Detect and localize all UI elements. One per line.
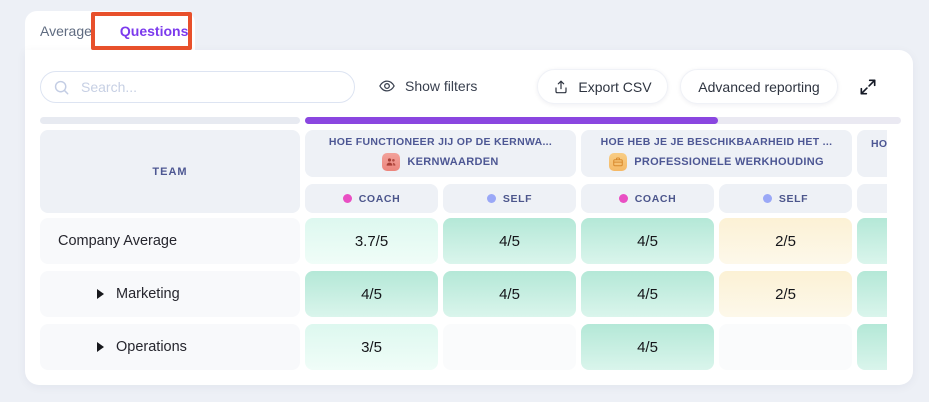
subheader-coach-2: COACH [581,184,714,213]
score-cell-partial [857,324,887,370]
subheader-label: SELF [503,193,532,205]
export-csv-button[interactable]: Export CSV [537,69,668,104]
score-cell: 4/5 [443,218,576,264]
advanced-reporting-button[interactable]: Advanced reporting [680,69,838,104]
expand-icon [858,77,878,97]
row-label-operations[interactable]: Operations [40,324,300,370]
question-category: KERNWAARDEN [407,156,498,168]
search-input[interactable] [79,78,342,96]
score-cell-partial [857,218,887,264]
expand-caret-icon[interactable] [97,289,104,299]
score-cell: 4/5 [305,271,438,317]
subheader-label: SELF [779,193,808,205]
question-title: HOE HEB JE JE BESCHIKBAARHEID HET ... [601,136,833,148]
show-filters-label: Show filters [405,78,477,94]
expand-caret-icon[interactable] [97,342,104,352]
search-input-wrapper [40,71,355,103]
row-label-marketing[interactable]: Marketing [40,271,300,317]
score-cell: 4/5 [581,324,714,370]
subheader-self-1: SELF [443,184,576,213]
team-column-header: TEAM [40,130,300,213]
score-cell [443,324,576,370]
score-cell: 2/5 [719,218,852,264]
score-cell: 4/5 [581,218,714,264]
row-label-company-average: Company Average [40,218,300,264]
team-name: Operations [116,339,187,355]
self-dot-icon [763,194,772,203]
horizontal-scrollbar[interactable] [305,117,901,124]
subheader-label: COACH [635,193,677,205]
team-name: Company Average [58,233,177,249]
question-title: HOE FUNCTIONEER JIJ OP DE KERNWA... [329,136,552,148]
table-scroll-area[interactable]: HOE FUNCTIONEER JIJ OP DE KERNWA... KERN… [305,130,887,370]
report-card: Show filters Export CSV Advanced reporti… [25,50,913,385]
subheader-self-2: SELF [719,184,852,213]
score-cell: 4/5 [581,271,714,317]
question-category: PROFESSIONELE WERKHOUDING [634,156,824,168]
subheader-label: COACH [359,193,401,205]
question-title: HO [871,138,887,150]
score-cell [719,324,852,370]
coach-dot-icon [619,194,628,203]
score-cell-partial [857,271,887,317]
eye-icon [378,77,396,95]
question-header-3-partial: HO [857,130,887,177]
subheader-partial [857,184,887,213]
export-csv-label: Export CSV [578,79,651,95]
reporting-screen: Average Questions Show filters Export CS… [0,0,929,402]
subheader-coach-1: COACH [305,184,438,213]
question-header-1: HOE FUNCTIONEER JIJ OP DE KERNWA... KERN… [305,130,576,177]
advanced-reporting-label: Advanced reporting [698,79,819,95]
score-cell: 2/5 [719,271,852,317]
briefcase-icon [609,153,627,171]
tab-average[interactable]: Average [40,23,92,39]
tab-questions[interactable]: Questions [120,23,188,39]
scrollbar-thumb[interactable] [305,117,718,124]
self-dot-icon [487,194,496,203]
show-filters-button[interactable]: Show filters [378,77,477,95]
upload-icon [553,79,569,95]
fullscreen-button[interactable] [856,75,880,99]
team-name: Marketing [116,286,180,302]
tab-bar: Average Questions [25,11,195,51]
score-cell: 3/5 [305,324,438,370]
question-header-2: HOE HEB JE JE BESCHIKBAARHEID HET ... PR… [581,130,852,177]
score-cell: 3.7/5 [305,218,438,264]
people-icon [382,153,400,171]
scrollbar-left-segment [40,117,300,124]
score-cell: 4/5 [443,271,576,317]
coach-dot-icon [343,194,352,203]
search-icon [53,79,70,96]
